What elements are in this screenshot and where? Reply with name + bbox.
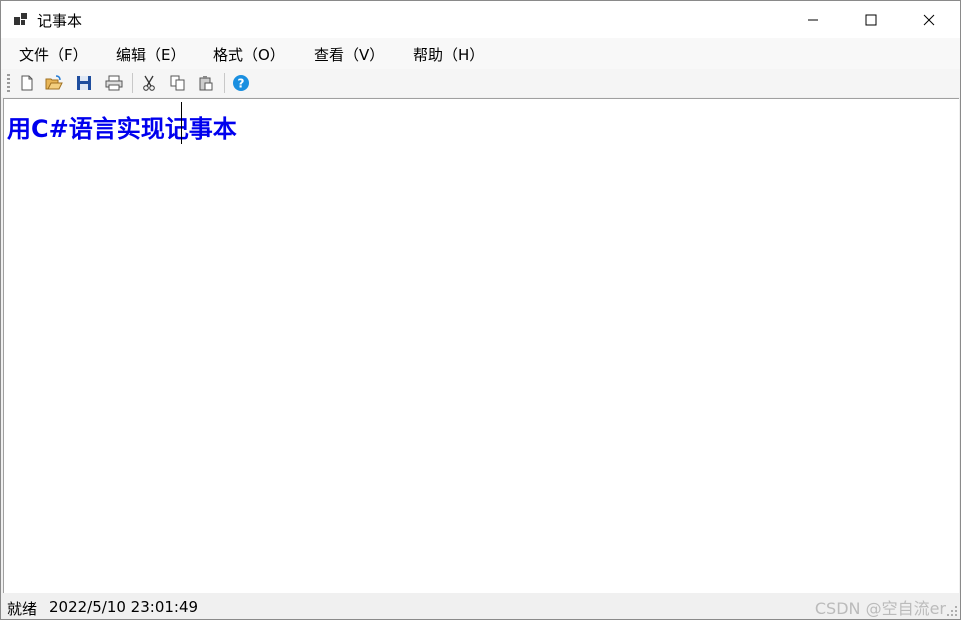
new-file-icon (21, 75, 33, 91)
title-bar[interactable]: 记事本 (1, 1, 960, 38)
toolbar-separator (132, 73, 133, 93)
paste-icon (199, 76, 213, 91)
status-datetime: 2022/5/10 23:01:49 (49, 598, 199, 616)
resize-grip-icon[interactable] (946, 605, 958, 617)
maximize-button[interactable] (842, 1, 900, 38)
text-editor[interactable]: 用C#语言实现记事本 (3, 98, 959, 593)
copy-button[interactable] (167, 72, 189, 94)
open-folder-icon (45, 75, 63, 90)
maximize-icon (865, 14, 877, 25)
toolbar: ? (1, 69, 960, 97)
minimize-icon (808, 19, 818, 20)
copy-icon (170, 75, 185, 91)
status-bar: 就绪 2022/5/10 23:01:49 CSDN @空自流er (1, 593, 960, 619)
svg-text:?: ? (238, 77, 245, 91)
close-icon (923, 14, 935, 25)
save-icon (77, 76, 91, 90)
save-button[interactable] (73, 72, 95, 94)
text-caret (181, 102, 182, 144)
help-button[interactable]: ? (230, 72, 252, 94)
close-button[interactable] (900, 1, 958, 38)
new-button[interactable] (16, 72, 38, 94)
help-icon: ? (233, 75, 249, 91)
app-icon (14, 13, 27, 25)
window-title: 记事本 (37, 12, 83, 30)
cut-button[interactable] (138, 72, 160, 94)
watermark: CSDN @空自流er (814, 599, 946, 618)
menu-view[interactable]: 查看（V） (314, 44, 384, 65)
editor-text[interactable]: 用C#语言实现记事本 (7, 109, 237, 144)
print-button[interactable] (103, 72, 125, 94)
menu-help[interactable]: 帮助（H） (413, 44, 484, 65)
status-label: 就绪 (7, 600, 38, 618)
menu-file[interactable]: 文件（F） (19, 44, 88, 65)
cut-icon (143, 75, 155, 91)
notepad-window: 记事本 文件（F） 编辑（E） 格式（O） 查看（V） 帮助（H） ? 用C#语… (0, 0, 961, 620)
menu-edit[interactable]: 编辑（E） (116, 44, 185, 65)
print-icon (105, 75, 123, 91)
menu-bar: 文件（F） 编辑（E） 格式（O） 查看（V） 帮助（H） (1, 38, 960, 69)
paste-button[interactable] (195, 72, 217, 94)
toolbar-grip[interactable] (7, 74, 10, 92)
menu-format[interactable]: 格式（O） (213, 44, 285, 65)
toolbar-separator (224, 73, 225, 93)
open-button[interactable] (43, 72, 65, 94)
minimize-button[interactable] (784, 1, 842, 38)
